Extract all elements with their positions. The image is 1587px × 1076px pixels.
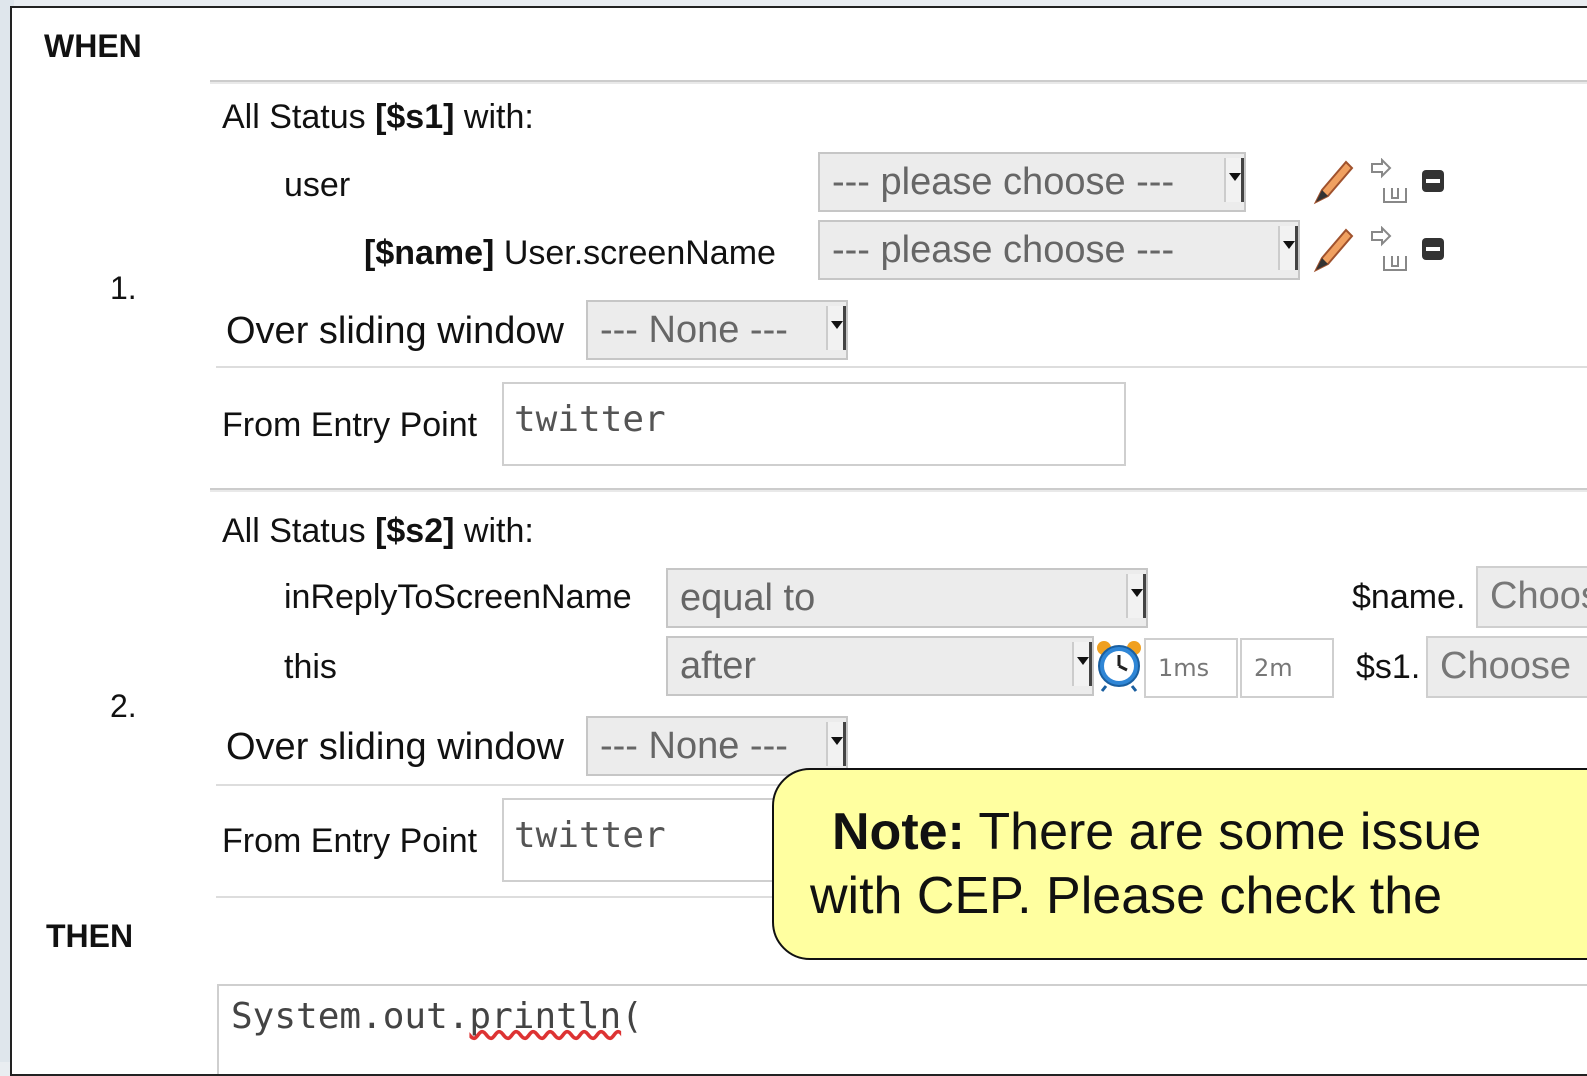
inreplyto-operator-select[interactable]: equal to [666, 568, 1148, 628]
remove-icon[interactable] [1420, 236, 1446, 262]
remove-icon[interactable] [1420, 168, 1446, 194]
this-value-select[interactable]: Choose [1426, 636, 1587, 698]
field-inreplyto-label: inReplyToScreenName [284, 578, 632, 616]
then-code-editor[interactable]: System.out.println( [217, 984, 1587, 1074]
entry-point-label-1: From Entry Point [222, 406, 478, 444]
pattern-1-header-suffix: with: [463, 98, 534, 136]
this-value-prefix: $s1. [1356, 648, 1421, 686]
divider [216, 366, 1587, 368]
code-method: println [469, 996, 622, 1037]
pattern-1-binding[interactable]: [$s1] [375, 98, 454, 136]
code-line: System.out.println( [231, 996, 643, 1037]
note-bold: Note: [832, 803, 965, 861]
field-screenname-label: [$name] User.screenName [364, 234, 776, 273]
user-operator-value: --- please choose --- [832, 161, 1175, 203]
pattern-2-separator [210, 488, 1587, 492]
param-1-input[interactable]: 1ms [1144, 638, 1238, 698]
entry-point-input-1[interactable]: twitter [502, 382, 1126, 466]
code-prefix: System.out. [231, 996, 470, 1037]
field-this-label: this [284, 648, 337, 686]
chevron-down-icon [1072, 642, 1092, 686]
inreplyto-value-select[interactable]: Choose [1476, 566, 1587, 628]
this-operator-select[interactable]: after [666, 636, 1094, 696]
note-text: Note: There are some issue with CEP. Ple… [810, 800, 1481, 928]
window-value-2: --- None --- [600, 725, 788, 767]
pattern-2-header: All Status [$s2] with: [222, 512, 534, 551]
expand-icon[interactable] [1368, 226, 1410, 276]
rule-editor-panel: WHEN All Status [$s1] with: 1. user --- … [10, 6, 1587, 1076]
window-label-2: Over sliding window [226, 726, 564, 768]
note-line-1-text: There are some issue [978, 803, 1482, 861]
inreplyto-operator-value: equal to [680, 577, 816, 619]
when-label: WHEN [44, 28, 142, 64]
screenname-operator-select[interactable]: --- please choose --- [818, 220, 1300, 280]
field-user-label: user [284, 166, 351, 204]
pattern-2-binding[interactable]: [$s2] [375, 512, 454, 550]
pattern-2-header-prefix: All Status [222, 512, 366, 550]
alarm-clock-icon[interactable] [1094, 638, 1144, 692]
note-line-2: with CEP. Please check the [810, 867, 1443, 925]
note-callout: Note: There are some issue with CEP. Ple… [772, 768, 1587, 960]
name-binding[interactable]: [$name] [364, 234, 494, 272]
pattern-1-separator [210, 80, 1587, 84]
pattern-1-header: All Status [$s1] with: [222, 98, 534, 137]
chevron-down-icon [1224, 158, 1244, 202]
this-operator-value: after [680, 645, 757, 687]
user-operator-select[interactable]: --- please choose --- [818, 152, 1246, 212]
window-value-1: --- None --- [600, 309, 788, 351]
note-line-1: Note: There are some issue [832, 800, 1481, 864]
pattern-2-header-suffix: with: [463, 512, 534, 550]
window-select-1[interactable]: --- None --- [586, 300, 848, 360]
chevron-down-icon [826, 722, 846, 766]
code-suffix: ( [621, 996, 643, 1037]
window-select-2[interactable]: --- None --- [586, 716, 848, 776]
screenname-operator-value: --- please choose --- [832, 229, 1175, 271]
pattern-2-number: 2. [110, 688, 137, 724]
entry-point-label-2: From Entry Point [222, 822, 478, 860]
param-2-input[interactable]: 2m [1240, 638, 1334, 698]
expand-icon[interactable] [1368, 158, 1410, 208]
pencil-icon[interactable] [1308, 224, 1354, 276]
chevron-down-icon [1278, 226, 1298, 270]
then-label: THEN [46, 918, 134, 954]
chevron-down-icon [1126, 574, 1146, 618]
pattern-1-number: 1. [110, 270, 137, 306]
screenname-field: User.screenName [503, 234, 776, 272]
chevron-down-icon [826, 306, 846, 350]
inreplyto-value-prefix: $name. [1352, 578, 1466, 616]
pattern-1-header-prefix: All Status [222, 98, 366, 136]
window-label-1: Over sliding window [226, 310, 564, 352]
pencil-icon[interactable] [1308, 156, 1354, 208]
